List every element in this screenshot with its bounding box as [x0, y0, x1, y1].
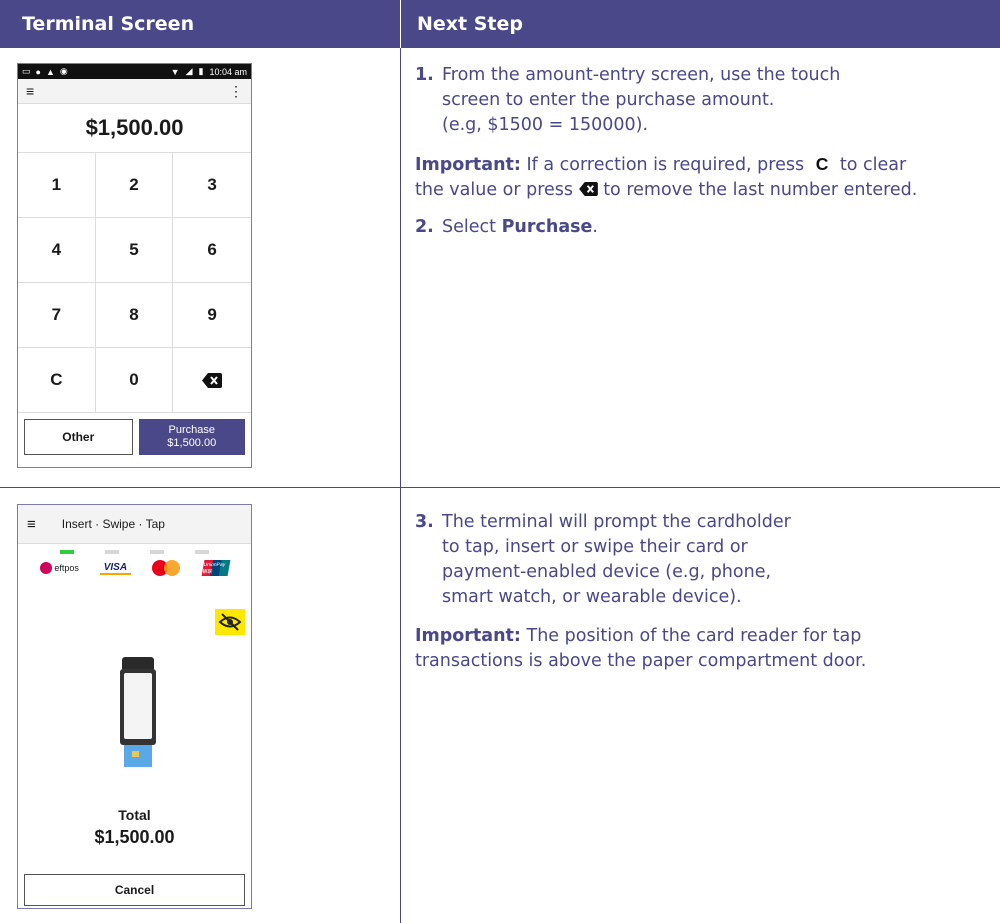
app-bar: ≡ ⋮ — [18, 79, 251, 104]
step-text: to tap, insert or swipe their card or — [442, 537, 748, 557]
note-text: The position of the card reader for tap — [526, 626, 862, 646]
key-4[interactable]: 4 — [18, 218, 96, 283]
terminal-present-card-screen: ≡ Insert · Swipe · Tap eftpos VISA Union… — [17, 504, 252, 909]
screen-title: Insert · Swipe · Tap — [61, 517, 165, 531]
step-text: (e.g, $1500 = 150000). — [442, 115, 649, 135]
step-number: 3. — [415, 512, 434, 532]
important-label: Important: — [415, 155, 521, 175]
total-label: Total — [118, 807, 151, 823]
key-3[interactable]: 3 — [173, 153, 251, 218]
important-note-reader: Important: The position of the card read… — [415, 624, 985, 674]
accepted-cards: eftpos VISA UnionPay 银联 — [18, 554, 251, 582]
column-divider — [400, 48, 401, 923]
note-text: to remove the last number entered. — [603, 180, 918, 200]
record-icon: ◉ — [59, 66, 68, 76]
indicator-light — [104, 550, 119, 554]
note-text: the value or press — [415, 180, 574, 200]
step-3: 3. The terminal will prompt the cardhold… — [415, 510, 985, 610]
header-terminal-screen: Terminal Screen — [0, 0, 400, 48]
key-6[interactable]: 6 — [173, 218, 251, 283]
purchase-amount: $1,500.00 — [167, 437, 217, 449]
battery-icon: ▮ — [198, 66, 204, 76]
key-9[interactable]: 9 — [173, 283, 251, 348]
eftpos-logo: eftpos — [40, 562, 79, 574]
visa-logo: VISA — [99, 562, 132, 575]
eye-off-icon — [215, 609, 245, 635]
step-text: screen to enter the purchase amount. — [442, 90, 775, 110]
important-label: Important: — [415, 626, 521, 646]
header-next-step: Next Step — [401, 0, 1000, 48]
step-1: 1. From the amount-entry screen, use the… — [415, 63, 985, 138]
bottom-buttons: Other Purchase $1,500.00 — [18, 413, 251, 461]
note-text: to clear — [839, 155, 907, 175]
purchase-label: Purchase — [168, 424, 215, 437]
note-text: If a correction is required, press — [526, 155, 805, 175]
warning-icon: ▲ — [45, 66, 55, 77]
key-0[interactable]: 0 — [95, 348, 174, 413]
key-2[interactable]: 2 — [95, 153, 174, 218]
key-1[interactable]: 1 — [18, 153, 96, 218]
info-icon: ● — [35, 66, 41, 77]
cancel-button[interactable]: Cancel — [24, 874, 245, 906]
indicator-light — [150, 550, 165, 554]
total-amount: $1,500.00 — [94, 827, 175, 847]
mastercard-logo — [151, 560, 182, 576]
keypad: 1 2 3 4 5 6 7 8 9 C 0 — [18, 153, 251, 413]
indicator-light — [195, 550, 210, 554]
step-text: . — [592, 217, 598, 237]
step-number: 1. — [415, 65, 434, 85]
instructions-present-card: 3. The terminal will prompt the cardhold… — [415, 510, 985, 686]
other-button[interactable]: Other — [24, 419, 133, 455]
step-number: 2. — [415, 217, 434, 237]
status-time: 10:04 am — [209, 66, 247, 77]
purchase-button[interactable]: Purchase $1,500.00 — [138, 419, 245, 455]
unionpay-logo: UnionPay 银联 — [201, 560, 231, 576]
notification-icon: ▭ — [22, 66, 31, 76]
app-bar: ≡ Insert · Swipe · Tap — [18, 505, 251, 544]
wifi-icon: ▼ — [170, 66, 180, 77]
key-5[interactable]: 5 — [95, 218, 174, 283]
more-vert-icon[interactable]: ⋮ — [229, 83, 243, 100]
menu-icon[interactable]: ≡ — [26, 83, 34, 99]
menu-icon[interactable]: ≡ — [27, 516, 36, 533]
terminal-amount-entry-screen: ▭ ● ▲ ◉ ▼ ◢ ▮ 10:04 am ≡ ⋮ $1,500.00 1 2… — [17, 63, 252, 468]
clear-key-glyph: C — [815, 154, 829, 174]
row-divider — [0, 487, 1000, 488]
amount-display: $1,500.00 — [18, 104, 251, 153]
step-text: Select — [442, 217, 496, 237]
step-text-bold: Purchase — [501, 217, 593, 237]
key-7[interactable]: 7 — [18, 283, 96, 348]
status-bar: ▭ ● ▲ ◉ ▼ ◢ ▮ 10:04 am — [18, 64, 251, 79]
signal-icon: ◢ — [185, 66, 193, 76]
step-2: 2. Select Purchase. — [415, 215, 985, 240]
backspace-icon — [202, 372, 223, 388]
terminal-card-illustration — [120, 657, 156, 772]
backspace-icon — [578, 182, 598, 196]
key-backspace[interactable] — [173, 348, 251, 413]
key-8[interactable]: 8 — [95, 283, 174, 348]
step-text: smart watch, or wearable device). — [442, 587, 742, 607]
step-text: From the amount-entry screen, use the to… — [442, 65, 841, 85]
card-indicators — [18, 544, 251, 554]
eftpos-text: eftpos — [54, 563, 79, 573]
eftpos-icon — [40, 562, 53, 574]
indicator-light — [59, 550, 74, 554]
step-text: payment-enabled device (e.g, phone, — [442, 562, 772, 582]
key-clear[interactable]: C — [18, 348, 96, 413]
important-note-correction: Important: If a correction is required, … — [415, 152, 985, 203]
step-text: The terminal will prompt the cardholder — [442, 512, 791, 532]
instructions-amount-entry: 1. From the amount-entry screen, use the… — [415, 63, 985, 254]
note-text: transactions is above the paper compartm… — [415, 651, 867, 671]
